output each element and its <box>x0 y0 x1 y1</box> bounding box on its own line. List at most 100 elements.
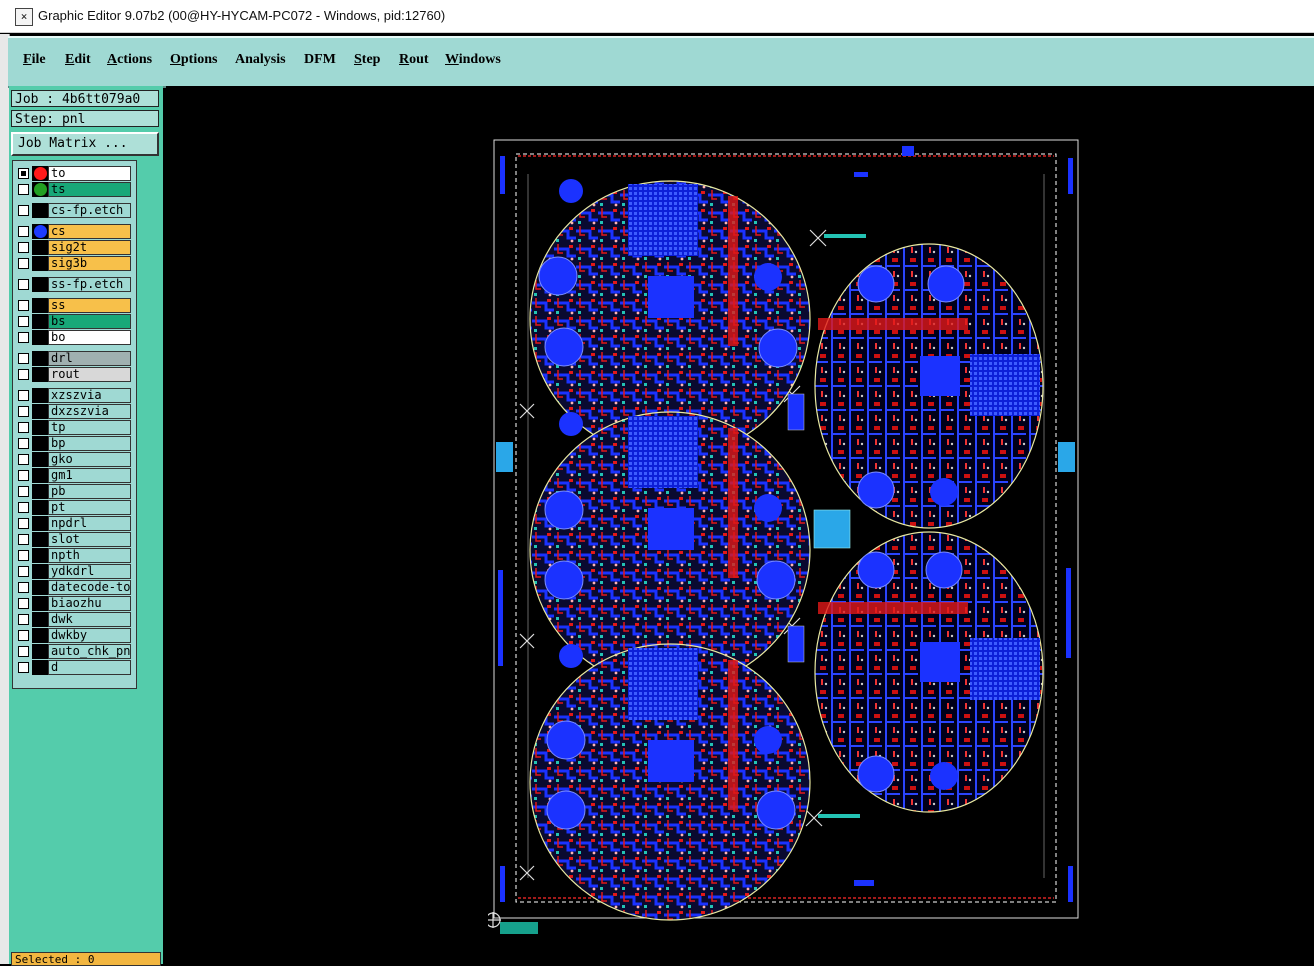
layer-row-cs-fp.etch[interactable]: cs-fp.etch <box>14 203 132 218</box>
layer-name[interactable]: ss-fp.etch <box>48 277 131 292</box>
layer-name[interactable]: xzszvia <box>48 388 131 403</box>
layer-row-rout[interactable]: rout <box>14 367 132 382</box>
layer-row-biaozhu[interactable]: biaozhu <box>14 596 132 611</box>
layer-checkbox[interactable] <box>18 486 29 497</box>
layer-color-cell[interactable] <box>32 203 48 218</box>
layer-name[interactable]: sig2t <box>48 240 131 255</box>
layer-row-ts[interactable]: ts <box>14 182 132 197</box>
layer-color-cell[interactable] <box>32 436 48 451</box>
layer-name[interactable]: dwk <box>48 612 131 627</box>
layer-name[interactable]: ydkdrl <box>48 564 131 579</box>
layer-color-cell[interactable] <box>32 516 48 531</box>
layer-row-slot[interactable]: slot <box>14 532 132 547</box>
layer-checkbox[interactable] <box>18 168 29 179</box>
layer-color-cell[interactable] <box>32 548 48 563</box>
layer-color-cell[interactable] <box>32 277 48 292</box>
layer-checkbox[interactable] <box>18 518 29 529</box>
layer-name[interactable]: drl <box>48 351 131 366</box>
layer-checkbox[interactable] <box>18 534 29 545</box>
layer-row-bo[interactable]: bo <box>14 330 132 345</box>
layer-row-ydkdrl[interactable]: ydkdrl <box>14 564 132 579</box>
layer-checkbox[interactable] <box>18 205 29 216</box>
layer-row-drl[interactable]: drl <box>14 351 132 366</box>
layer-row-sig2t[interactable]: sig2t <box>14 240 132 255</box>
layer-name[interactable]: datecode-to <box>48 580 131 595</box>
layer-color-cell[interactable] <box>32 500 48 515</box>
job-matrix-button[interactable]: Job Matrix ... <box>11 132 159 156</box>
layer-checkbox[interactable] <box>18 566 29 577</box>
layer-name[interactable]: bs <box>48 314 131 329</box>
layer-color-cell[interactable] <box>32 484 48 499</box>
layer-name[interactable]: d <box>48 660 131 675</box>
layer-checkbox[interactable] <box>18 226 29 237</box>
layer-row-dwk[interactable]: dwk <box>14 612 132 627</box>
layer-name[interactable]: rout <box>48 367 131 382</box>
layer-name[interactable]: sig3b <box>48 256 131 271</box>
layer-name[interactable]: pb <box>48 484 131 499</box>
layer-row-cs[interactable]: cs <box>14 224 132 239</box>
layer-name[interactable]: cs <box>48 224 131 239</box>
layer-name[interactable]: cs-fp.etch <box>48 203 131 218</box>
layer-row-bs[interactable]: bs <box>14 314 132 329</box>
layer-color-cell[interactable] <box>32 660 48 675</box>
layer-name[interactable]: tp <box>48 420 131 435</box>
layer-checkbox[interactable] <box>18 662 29 673</box>
layer-row-bp[interactable]: bp <box>14 436 132 451</box>
menu-edit[interactable]: Edit <box>65 52 91 68</box>
layer-name[interactable]: gko <box>48 452 131 467</box>
layer-row-d[interactable]: d <box>14 660 132 675</box>
menu-dfm[interactable]: DFM <box>304 52 336 68</box>
layer-color-cell[interactable] <box>32 596 48 611</box>
layer-color-cell[interactable] <box>32 388 48 403</box>
layer-row-to[interactable]: to <box>14 166 132 181</box>
layer-checkbox[interactable] <box>18 582 29 593</box>
layer-color-cell[interactable] <box>32 452 48 467</box>
layer-checkbox[interactable] <box>18 470 29 481</box>
menu-analysis[interactable]: Analysis <box>235 52 286 68</box>
layer-color-cell[interactable] <box>32 240 48 255</box>
layer-name[interactable]: slot <box>48 532 131 547</box>
layer-checkbox[interactable] <box>18 258 29 269</box>
layer-checkbox[interactable] <box>18 422 29 433</box>
layer-checkbox[interactable] <box>18 438 29 449</box>
layer-color-cell[interactable] <box>32 612 48 627</box>
menu-windows[interactable]: Windows <box>445 52 501 68</box>
layer-color-cell[interactable] <box>32 314 48 329</box>
layer-row-xzszvia[interactable]: xzszvia <box>14 388 132 403</box>
layer-row-ss-fp.etch[interactable]: ss-fp.etch <box>14 277 132 292</box>
layer-color-cell[interactable] <box>32 644 48 659</box>
layer-name[interactable]: ts <box>48 182 131 197</box>
layer-color-cell[interactable] <box>32 298 48 313</box>
layer-color-cell[interactable] <box>32 420 48 435</box>
layer-color-cell[interactable] <box>32 182 48 197</box>
layer-checkbox[interactable] <box>18 353 29 364</box>
layer-checkbox[interactable] <box>18 184 29 195</box>
layer-color-cell[interactable] <box>32 351 48 366</box>
layer-name[interactable]: to <box>48 166 131 181</box>
layer-row-dxzszvia[interactable]: dxzszvia <box>14 404 132 419</box>
layer-checkbox[interactable] <box>18 279 29 290</box>
layer-row-ss[interactable]: ss <box>14 298 132 313</box>
menu-actions[interactable]: Actions <box>107 52 152 68</box>
menu-step[interactable]: Step <box>354 52 380 68</box>
layer-color-cell[interactable] <box>32 564 48 579</box>
layer-name[interactable]: ss <box>48 298 131 313</box>
layer-checkbox[interactable] <box>18 316 29 327</box>
layer-color-cell[interactable] <box>32 367 48 382</box>
panel-view[interactable] <box>488 136 1084 936</box>
layer-color-cell[interactable] <box>32 166 48 181</box>
layer-color-cell[interactable] <box>32 580 48 595</box>
layer-name[interactable]: dwkby <box>48 628 131 643</box>
layer-color-cell[interactable] <box>32 256 48 271</box>
layer-name[interactable]: bp <box>48 436 131 451</box>
layer-checkbox[interactable] <box>18 332 29 343</box>
layer-name[interactable]: npth <box>48 548 131 563</box>
layer-name[interactable]: biaozhu <box>48 596 131 611</box>
layer-row-auto_chk_pn[interactable]: auto_chk_pn <box>14 644 132 659</box>
layer-row-dwkby[interactable]: dwkby <box>14 628 132 643</box>
layer-checkbox[interactable] <box>18 390 29 401</box>
layer-color-cell[interactable] <box>32 468 48 483</box>
layer-checkbox[interactable] <box>18 242 29 253</box>
layer-color-cell[interactable] <box>32 330 48 345</box>
layer-row-gko[interactable]: gko <box>14 452 132 467</box>
